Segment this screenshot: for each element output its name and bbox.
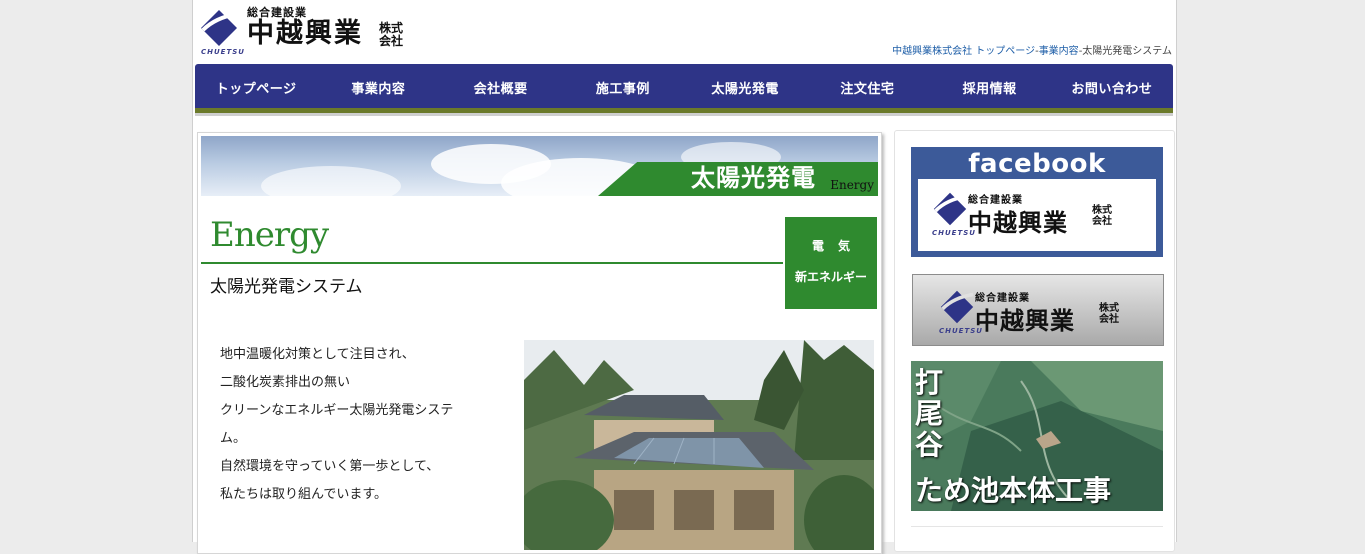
- category-label-electric: 電気: [811, 239, 864, 253]
- banner-english: Energy: [830, 178, 874, 192]
- description-line: クリーンなエネルギー太陽光発電システ: [220, 403, 454, 418]
- nav-item-solar[interactable]: 太陽光発電: [684, 64, 806, 108]
- company-logo: 総合建設業 中越興業 株式会社 CHUETSU: [939, 289, 1149, 339]
- facebook-label: facebook: [968, 149, 1106, 179]
- logo-company-name: 中越興業: [247, 18, 363, 49]
- facebook-banner[interactable]: facebook 総合建設業 中越興業 株式会社 CHUETSU: [911, 147, 1163, 257]
- logo-mark-icon: [201, 10, 238, 46]
- facebook-logo-panel: 総合建設業 中越興業 株式会社 CHUETSU: [918, 179, 1156, 251]
- logo-english: CHUETSU: [201, 48, 245, 56]
- page-banner: 太陽光発電 Energy: [201, 136, 878, 196]
- logo-company-name: 中越興業: [975, 306, 1075, 335]
- description-text: 地中温暖化対策として注目され、 二酸化炭素排出の無い クリーンなエネルギー太陽光…: [220, 341, 500, 509]
- nav-item-business[interactable]: 事業内容: [317, 64, 439, 108]
- description-line: 私たちは取り組んでいます。: [220, 487, 388, 502]
- logo-mark-icon: [940, 290, 974, 324]
- logo-company-name: 中越興業: [968, 208, 1068, 237]
- breadcrumb: 中越興業株式会社 トップページ-事業内容-太陽光発電システム: [892, 42, 1172, 57]
- project-banner[interactable]: 打尾谷 ため池本体工事: [911, 361, 1163, 511]
- nav-item-top[interactable]: トップページ: [195, 64, 317, 108]
- logo-kabushiki: 株式会社: [379, 21, 404, 48]
- cloud-shape: [261, 166, 401, 196]
- heading-underline: [201, 262, 783, 264]
- nav-item-recruit[interactable]: 採用情報: [929, 64, 1051, 108]
- category-box: 電気 新エネルギー: [785, 217, 877, 309]
- sidebar: facebook 総合建設業 中越興業 株式会社 CHUETSU 総合建設業 中…: [894, 130, 1175, 552]
- page: 総合建設業 中越興業 株式会社 CHUETSU 中越興業株式会社 トップページ-…: [192, 0, 1177, 554]
- nav-item-company[interactable]: 会社概要: [440, 64, 562, 108]
- category-label-new-energy: 新エネルギー: [794, 270, 867, 284]
- breadcrumb-home[interactable]: トップページ: [975, 46, 1035, 57]
- nav-divider: [195, 113, 1173, 116]
- facebook-company-logo: 総合建設業 中越興業 株式会社 CHUETSU: [932, 191, 1152, 241]
- nav-item-contact[interactable]: お問い合わせ: [1051, 64, 1173, 108]
- main-nav: トップページ 事業内容 会社概要 施工事例 太陽光発電 注文住宅 採用情報 お問…: [195, 64, 1173, 108]
- logo-mark-icon: [933, 192, 967, 226]
- nav-item-housing[interactable]: 注文住宅: [806, 64, 928, 108]
- breadcrumb-section[interactable]: 事業内容: [1039, 46, 1079, 57]
- breadcrumb-site[interactable]: 中越興業株式会社: [892, 46, 972, 57]
- description-line: 二酸化炭素排出の無い: [220, 375, 351, 390]
- logo-english: CHUETSU: [939, 327, 983, 335]
- nav-item-works[interactable]: 施工事例: [562, 64, 684, 108]
- project-title-place: 打尾谷: [915, 366, 944, 461]
- sidebar-divider: [911, 526, 1163, 527]
- description-line: 自然環境を守っていく第一歩として、: [220, 459, 440, 474]
- breadcrumb-current: 太陽光発電システム: [1082, 46, 1172, 57]
- logo-kabushiki: 株式会社: [1092, 205, 1112, 227]
- site-logo[interactable]: 総合建設業 中越興業 株式会社 CHUETSU: [199, 4, 429, 56]
- project-title-work: ため池本体工事: [915, 474, 1112, 507]
- solar-house-photo: [524, 340, 874, 550]
- section-heading-energy: Energy: [210, 215, 329, 255]
- logo-kabushiki: 株式会社: [1099, 303, 1119, 325]
- description-line: ム。: [220, 431, 247, 446]
- main-content: 太陽光発電 Energy Energy 太陽光発電システム 電気 新エネルギー …: [197, 132, 882, 554]
- section-subtitle: 太陽光発電システム: [210, 277, 363, 297]
- description-line: 地中温暖化対策として注目され、: [220, 347, 415, 362]
- logo-english: CHUETSU: [932, 229, 976, 237]
- banner-title: 太陽光発電: [691, 163, 816, 192]
- company-logo-banner[interactable]: 総合建設業 中越興業 株式会社 CHUETSU: [912, 274, 1164, 346]
